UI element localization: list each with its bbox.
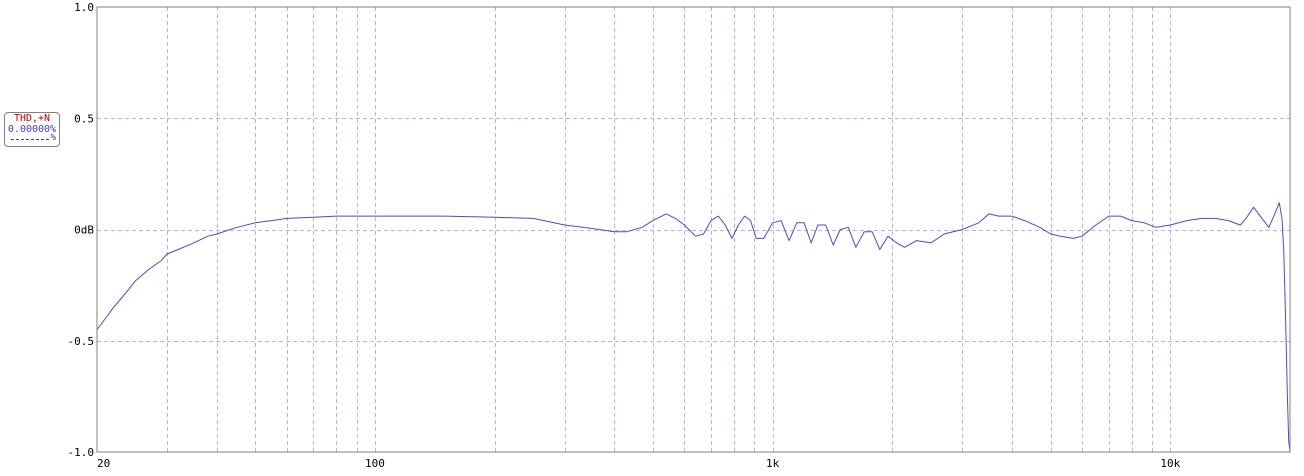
plot-frame: [96, 6, 1291, 453]
y-tick-label: 0dB: [74, 224, 94, 237]
chart-svg: 1.0 0.5 0dB -0.5 -1.020 100 1k 10k: [68, 1, 1291, 470]
grid: [97, 7, 1290, 452]
legend-dash: [11, 139, 49, 140]
legend: THD,+N 0.00000% %: [4, 112, 60, 147]
legend-series-name: THD,+N: [13, 113, 51, 124]
series-line: [96, 202, 1291, 453]
x-tick-label: 20: [97, 457, 110, 470]
y-tick-label: 1.0: [74, 1, 94, 14]
y-tick-label: -1.0: [68, 446, 95, 459]
legend-line-swatch: %: [5, 133, 59, 144]
x-tick-label: 10k: [1160, 457, 1180, 470]
legend-unit-mark: %: [50, 133, 56, 143]
y-tick-label: -0.5: [68, 335, 95, 348]
series-layer: [96, 202, 1291, 453]
x-tick-label: 1k: [766, 457, 780, 470]
x-tick-label: 100: [365, 457, 385, 470]
y-tick-label: 0.5: [74, 112, 94, 125]
frequency-response-chart: 1.0 0.5 0dB -0.5 -1.0 20 100 1k 10k: [0, 0, 1304, 476]
tick-labels: 1.0 0.5 0dB -0.5 -1.020 100 1k 10k: [68, 1, 1181, 470]
